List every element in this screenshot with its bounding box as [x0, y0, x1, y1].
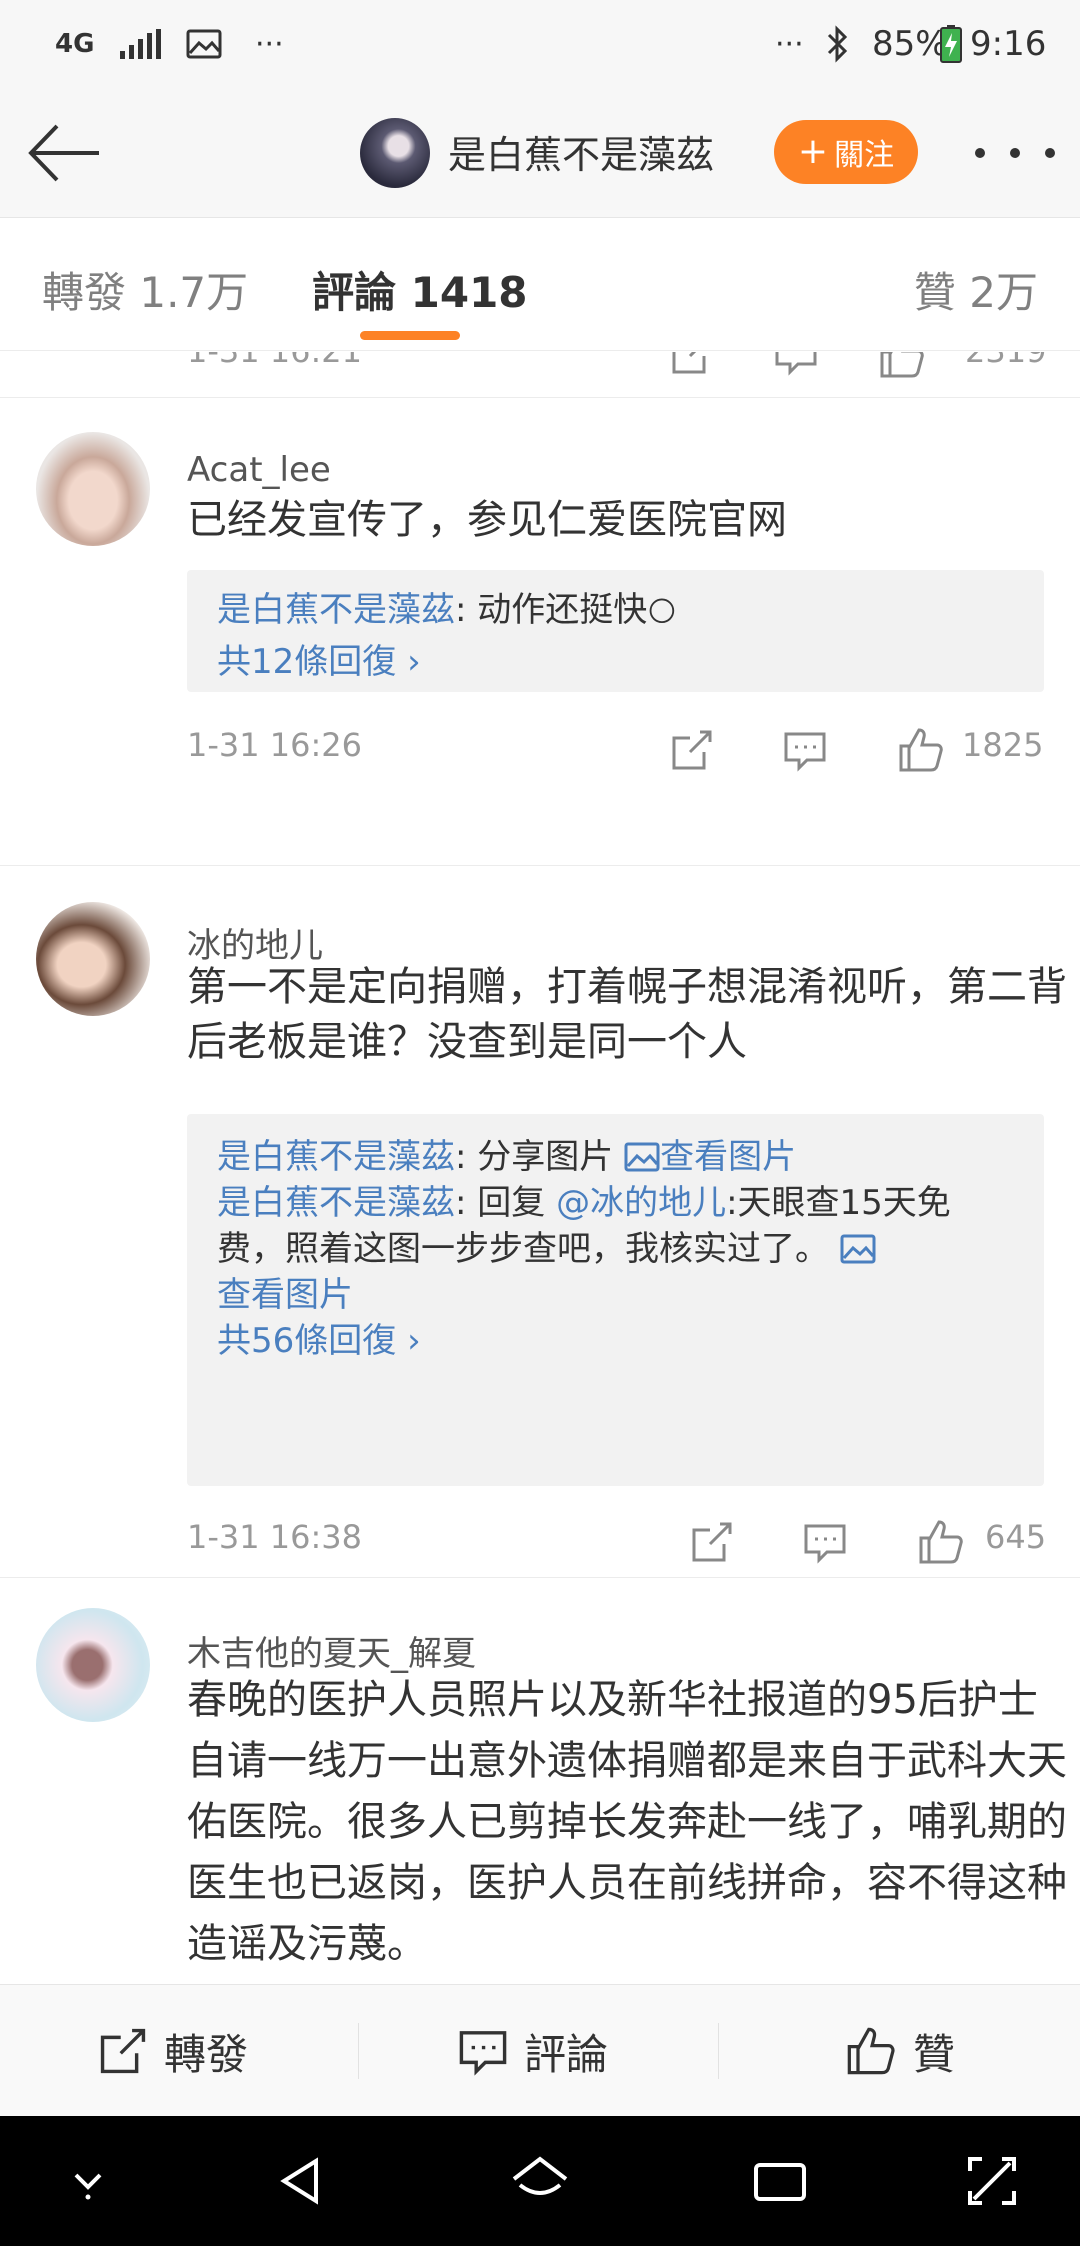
reply-line: 是白蕉不是藻茲: 分享图片 查看图片: [217, 1134, 1014, 1180]
dot-icon: [1045, 148, 1055, 158]
avatar[interactable]: [36, 432, 150, 546]
view-all-replies-link[interactable]: 共56條回復 ›: [217, 1318, 1014, 1364]
active-tab-indicator: [360, 331, 460, 340]
comment-footer: 1-31 16:38 645: [187, 1518, 1047, 1568]
tab-likes[interactable]: 贊 2万: [914, 259, 1038, 320]
view-image-link[interactable]: 查看图片: [624, 1137, 796, 1177]
comment-footer: 1-31 16:26 1825: [187, 726, 1047, 776]
avatar[interactable]: [36, 1608, 150, 1722]
battery-percent: 85%: [872, 24, 948, 64]
follow-button[interactable]: + 關注: [774, 120, 918, 184]
reply-text: : 动作还挺快: [455, 590, 648, 630]
reply-author[interactable]: 是白蕉不是藻茲: [217, 1183, 455, 1223]
dot-icon: [1010, 148, 1020, 158]
tab-comments[interactable]: 評論 1418: [312, 259, 528, 320]
comment-username[interactable]: 木吉他的夏天_解夏: [187, 1626, 476, 1675]
reply-author[interactable]: 是白蕉不是藻茲: [217, 590, 455, 630]
page-header: 是白蕉不是藻茲 + 關注: [0, 88, 1080, 218]
repost-button[interactable]: 轉發: [98, 2023, 248, 2079]
network-4g-indicator: 4G: [55, 29, 95, 59]
comment-time: 1-31 16:26: [187, 726, 363, 764]
reply-preview[interactable]: 是白蕉不是藻茲: 分享图片 查看图片 是白蕉不是藻茲: 回复 @冰的地儿:天眼查…: [187, 1114, 1044, 1486]
tab-bar: 轉發 1.7万 評論 1418 贊 2万: [0, 219, 1080, 351]
share-icon[interactable]: [690, 1520, 734, 1564]
reply-text: : 分享图片: [455, 1137, 625, 1177]
plus-icon: +: [797, 131, 829, 172]
image-notification-icon: [186, 22, 222, 66]
comment-icon[interactable]: [783, 728, 827, 772]
tab-reposts[interactable]: 轉發 1.7万: [42, 259, 248, 320]
previous-comment-footer: 1-31 16:21 2319: [0, 352, 1080, 398]
dot-icon: [975, 148, 985, 158]
view-all-replies-link[interactable]: 共12條回復 ›: [217, 640, 1014, 684]
comment-icon: [459, 2031, 507, 2076]
reply-line: 是白蕉不是藻茲: 动作还挺快🌕: [217, 590, 1014, 632]
like-button[interactable]: 贊: [845, 2023, 955, 2079]
view-image-label: 查看图片: [660, 1137, 797, 1177]
share-icon: [100, 2028, 146, 2074]
comment-item: 冰的地儿 第一不是定向捐赠，打着幌子想混淆视听，第二背后老板是谁？没查到是同一个…: [0, 866, 1080, 1578]
comment-username[interactable]: Acat_lee: [187, 450, 331, 490]
back-arrow-icon: [28, 124, 99, 182]
like-count: 2319: [965, 352, 1046, 370]
view-image-label: 查看图片: [217, 1275, 353, 1315]
status-bar: 4G ··· ··· 85% 9:16: [0, 0, 1080, 88]
expand-icon[interactable]: [962, 2151, 1022, 2211]
divider: [718, 2023, 719, 2079]
signal-icon: [118, 22, 162, 66]
bluetooth-icon: [825, 22, 849, 66]
repost-label: 轉發: [164, 2029, 249, 2079]
reply-preview[interactable]: 是白蕉不是藻茲: 动作还挺快🌕 共12條回復 ›: [187, 570, 1044, 692]
like-icon[interactable]: [897, 726, 945, 774]
avatar[interactable]: [36, 902, 150, 1016]
recent-apps-icon[interactable]: [750, 2151, 810, 2211]
back-button[interactable]: [25, 118, 105, 188]
battery-charging-icon: [940, 22, 962, 66]
comment-label: 評論: [524, 2029, 609, 2079]
like-count: 1825: [962, 726, 1044, 764]
home-icon[interactable]: [510, 2151, 570, 2211]
comment-text: 春晚的医护人员照片以及新华社报道的95后护士自请一线万一出意外遗体捐赠都是来自于…: [187, 1677, 1067, 1967]
mention-link[interactable]: @冰的地儿: [556, 1183, 726, 1223]
emoji-icon: 🌕: [647, 595, 677, 628]
comment-text: 第一不是定向捐赠，打着幌子想混淆视听，第二背后老板是谁？没查到是同一个人: [187, 964, 1067, 1065]
like-icon[interactable]: [917, 1518, 965, 1566]
share-icon[interactable]: [670, 352, 714, 376]
chevron-down-icon[interactable]: [58, 2151, 118, 2211]
comment-list[interactable]: 1-31 16:21 2319 Acat_lee 已经发宣传了，参见仁爱医院官网…: [0, 352, 1080, 1984]
reply-prefix: : 回复: [455, 1183, 557, 1223]
reply-line: 是白蕉不是藻茲: 回复 @冰的地儿:天眼查15天免费，照着这图一步步查吧，我核实…: [217, 1180, 1014, 1318]
like-label: 贊: [913, 2029, 956, 2079]
account-name[interactable]: 是白蕉不是藻茲: [448, 124, 714, 179]
share-icon[interactable]: [670, 728, 714, 772]
comment-text: 已经发宣传了，参见仁爱医院官网: [187, 497, 787, 543]
like-icon[interactable]: [878, 352, 926, 380]
system-navigation-bar: [0, 2116, 1080, 2246]
reply-author[interactable]: 是白蕉不是藻茲: [217, 1137, 455, 1177]
status-overflow-icon: ···: [775, 26, 804, 62]
clock: 9:16: [970, 24, 1047, 64]
divider: [358, 2023, 359, 2079]
like-icon: [847, 2027, 895, 2075]
image-icon: [624, 1142, 660, 1172]
account-avatar[interactable]: [360, 118, 430, 188]
more-options-button[interactable]: [975, 128, 1055, 178]
comment-item: 木吉他的夏天_解夏 春晚的医护人员照片以及新华社报道的95后护士自请一线万一出意…: [0, 1578, 1080, 1984]
notification-overflow-icon: ···: [255, 26, 284, 62]
back-triangle-icon[interactable]: [272, 2151, 332, 2211]
comment-button[interactable]: 評論: [458, 2023, 608, 2079]
comment-icon[interactable]: [774, 352, 818, 376]
comment-time: 1-31 16:21: [187, 352, 362, 370]
like-count: 645: [985, 1518, 1047, 1556]
bottom-action-bar: 轉發 評論 贊: [0, 1984, 1080, 2116]
comment-item: Acat_lee 已经发宣传了，参见仁爱医院官网 是白蕉不是藻茲: 动作还挺快🌕…: [0, 398, 1080, 866]
comment-icon[interactable]: [803, 1520, 847, 1564]
image-icon: [840, 1234, 876, 1264]
follow-label: 關注: [834, 138, 895, 173]
comment-time: 1-31 16:38: [187, 1518, 363, 1556]
